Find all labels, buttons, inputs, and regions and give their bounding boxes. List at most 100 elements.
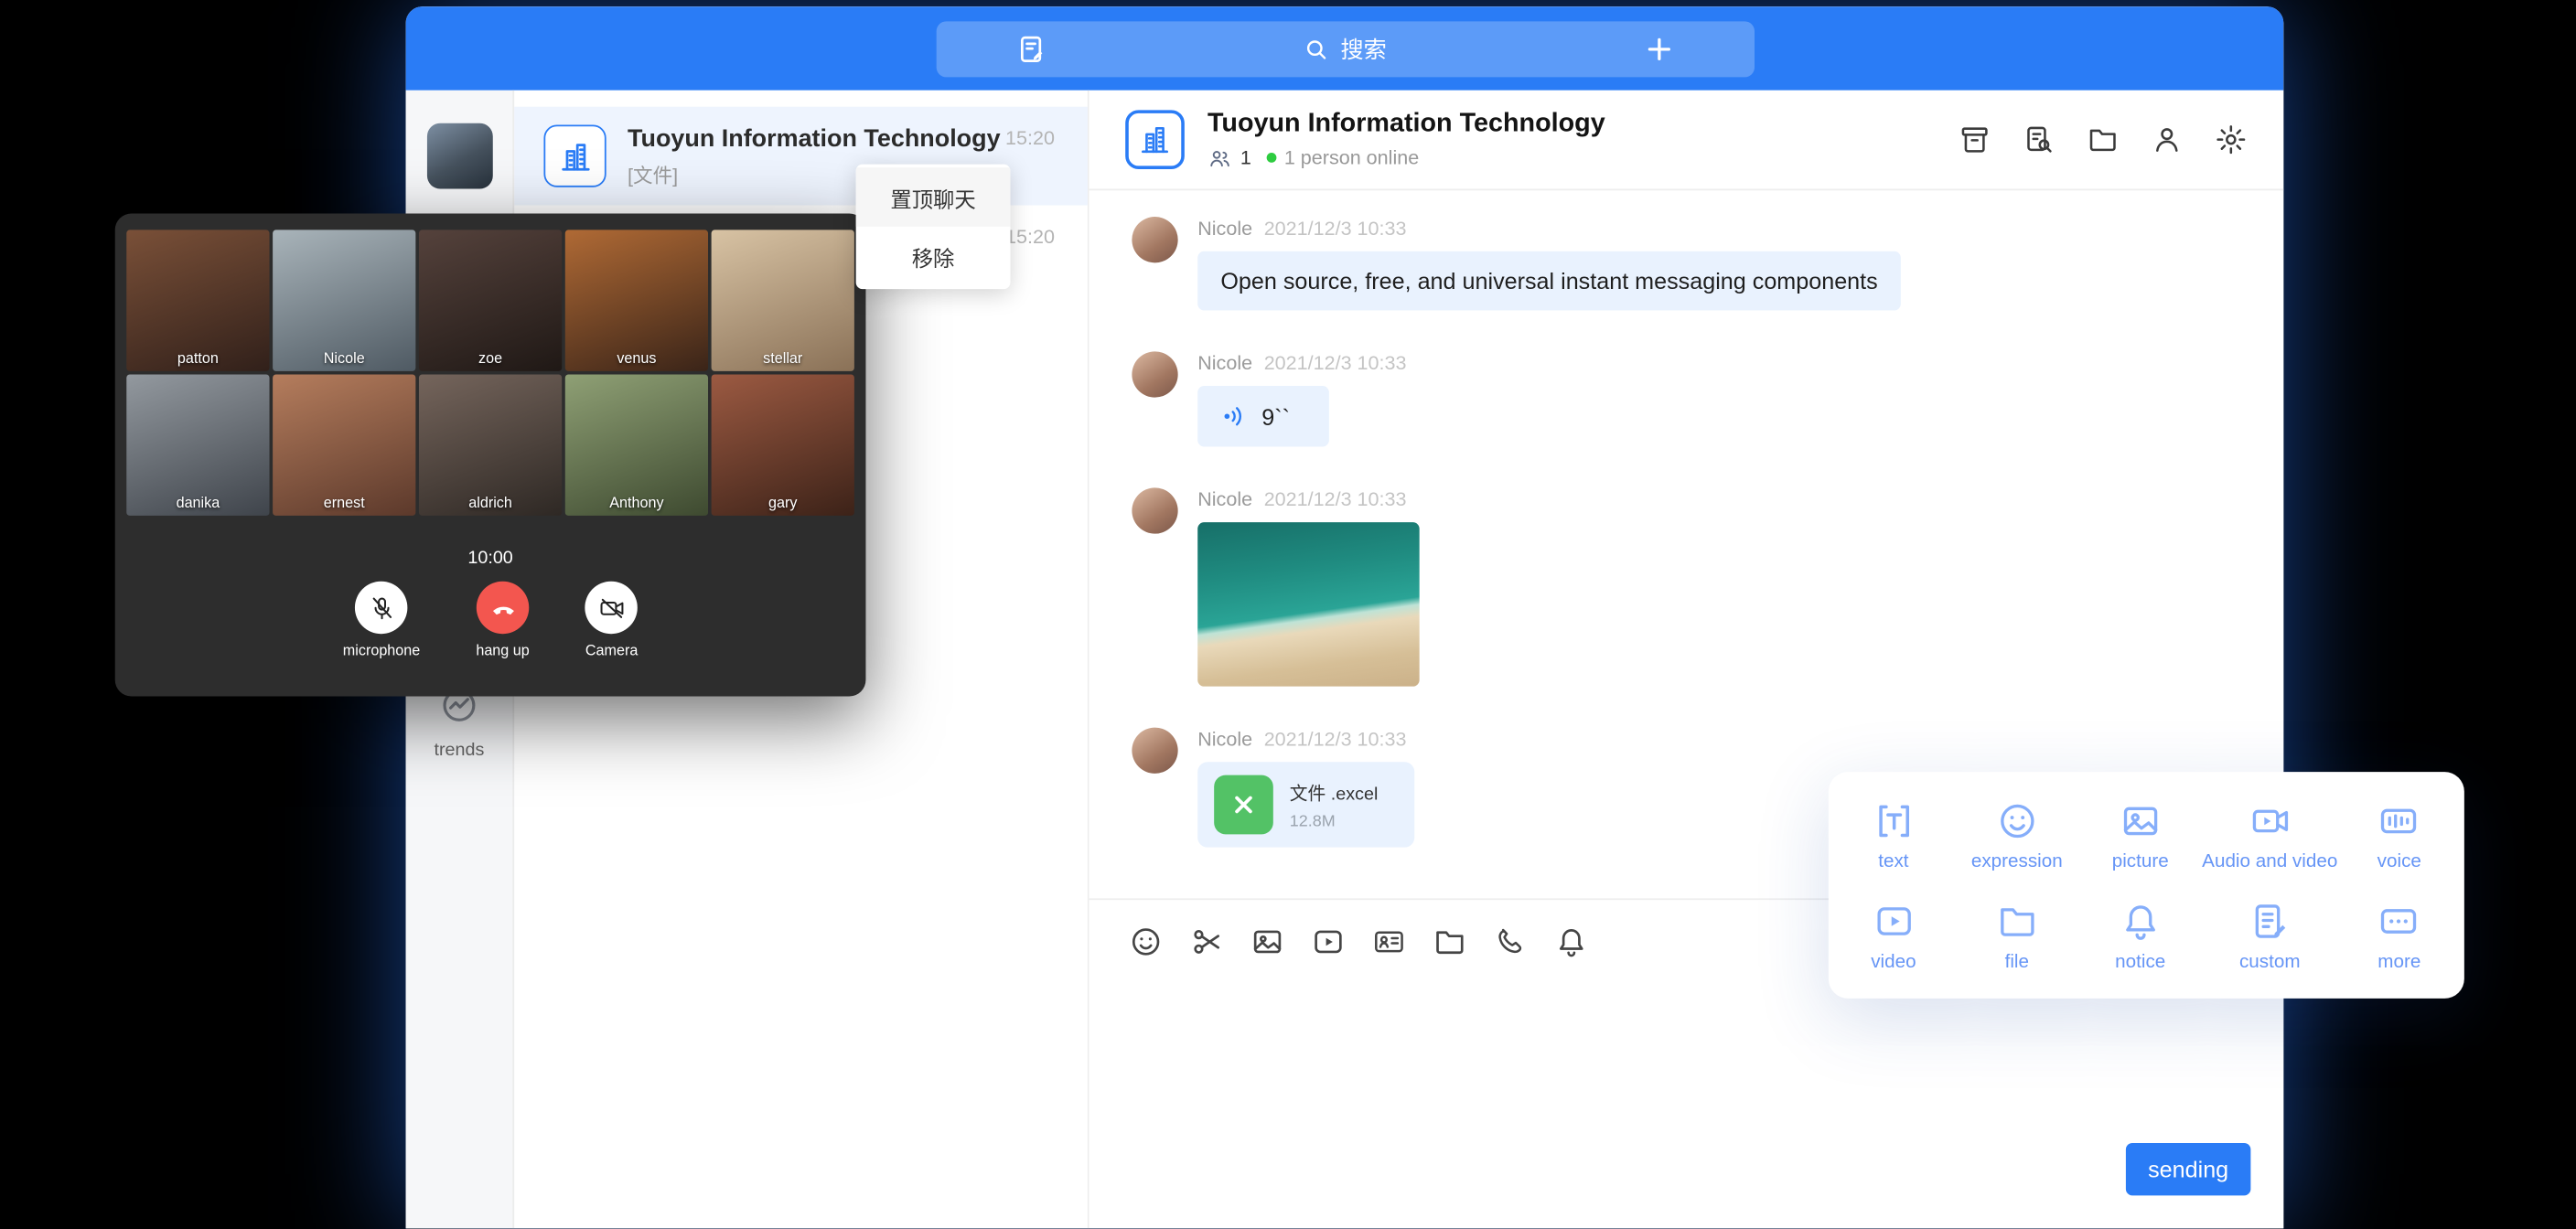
chat-header: Tuoyun Information Technology 1 1 person… bbox=[1089, 91, 2284, 191]
chat-panel: Tuoyun Information Technology 1 1 person… bbox=[1089, 91, 2284, 1229]
idcard-icon[interactable] bbox=[1372, 924, 1407, 958]
search-bar[interactable]: 搜索 bbox=[936, 20, 1754, 76]
member-icon[interactable] bbox=[2151, 123, 2184, 156]
folder-icon bbox=[1995, 899, 2038, 942]
image-message[interactable] bbox=[1197, 522, 1419, 687]
message-meta: Nicole2021/12/3 10:33 bbox=[1197, 487, 1419, 510]
message-content: 文件 .excel12.8M bbox=[1197, 762, 1414, 847]
message-content: 9`` bbox=[1197, 374, 1406, 446]
chat-title-block: Tuoyun Information Technology 1 1 person… bbox=[1208, 109, 1605, 169]
participant-name: gary bbox=[712, 495, 854, 511]
plugin-label: custom bbox=[2239, 952, 2301, 972]
image-icon[interactable] bbox=[1250, 924, 1285, 958]
search-input[interactable]: 搜索 bbox=[936, 20, 1754, 76]
microphone-button[interactable] bbox=[355, 582, 407, 634]
file-size: 12.8M bbox=[1290, 812, 1379, 830]
sender-avatar[interactable] bbox=[1132, 217, 1177, 262]
call-control: hang up bbox=[476, 582, 529, 658]
sender-avatar[interactable] bbox=[1132, 351, 1177, 397]
message-sender: Nicole bbox=[1197, 728, 1252, 751]
plugin-label: notice bbox=[2115, 952, 2165, 972]
message-content: Open source, free, and universal instant… bbox=[1197, 240, 1901, 310]
excel-x-icon bbox=[1229, 790, 1258, 819]
conversation-time: 15:20 bbox=[1005, 126, 1055, 149]
message-time: 2021/12/3 10:33 bbox=[1264, 217, 1407, 240]
emoji-icon[interactable] bbox=[1129, 924, 1164, 958]
building-icon bbox=[1137, 122, 1174, 158]
message-input-area[interactable]: sending bbox=[1089, 982, 2284, 1228]
plugin-label: picture bbox=[2112, 851, 2169, 871]
video-participant-tile: Anthony bbox=[565, 374, 708, 515]
plugin-item-text[interactable]: text bbox=[1831, 785, 1955, 885]
chat-subtitle: 1 1 person online bbox=[1208, 145, 1605, 170]
group-icon[interactable] bbox=[1959, 123, 1991, 156]
message-sender: Nicole bbox=[1197, 217, 1252, 240]
message-body: Nicole 2021/12/3 10:33 Open source, free,… bbox=[1197, 217, 1901, 310]
volume-icon bbox=[1220, 402, 1249, 431]
call-timer: 10:00 bbox=[126, 549, 854, 569]
plugin-label: more bbox=[2377, 952, 2420, 972]
audio-message-bubble[interactable]: 9`` bbox=[1197, 386, 1329, 446]
record-search-icon[interactable] bbox=[2023, 123, 2055, 156]
plugin-item-notice[interactable]: notice bbox=[2078, 885, 2202, 986]
context-menu-item[interactable]: 置顶聊天 bbox=[856, 167, 1011, 227]
folder-icon[interactable] bbox=[1433, 924, 1467, 958]
gear-icon[interactable] bbox=[2215, 123, 2248, 156]
plugin-label: file bbox=[2005, 952, 2029, 972]
conversation-time: 15:20 bbox=[1005, 225, 1055, 248]
call-control-label: Camera bbox=[585, 642, 638, 658]
message-time: 2021/12/3 10:33 bbox=[1264, 351, 1407, 374]
message-meta: Nicole 2021/12/3 10:33 bbox=[1197, 351, 1406, 374]
file-message-card[interactable]: 文件 .excel12.8M bbox=[1197, 762, 1414, 847]
message-sender: Nicole bbox=[1197, 351, 1252, 374]
plugin-label: text bbox=[1878, 851, 1908, 871]
user-avatar[interactable] bbox=[427, 123, 493, 189]
bell-icon bbox=[2119, 899, 2162, 942]
camera-button[interactable] bbox=[585, 582, 638, 634]
page: 搜索 trends Tu bbox=[0, 0, 2576, 1228]
message-body: Nicole2021/12/3 10:33 bbox=[1197, 487, 1419, 686]
hang-up-button[interactable] bbox=[477, 582, 529, 634]
participant-name: aldrich bbox=[419, 495, 562, 511]
plugin-label: Audio and video bbox=[2202, 851, 2337, 871]
expression-icon bbox=[1995, 799, 2038, 842]
context-menu-item[interactable]: 移除 bbox=[856, 227, 1011, 286]
video-participant-tile: aldrich bbox=[419, 374, 562, 515]
video-call-window[interactable]: patton Nicole zoe venus stellar danika e… bbox=[115, 213, 866, 696]
video-participant-tile: danika bbox=[126, 374, 269, 515]
message: Nicole 2021/12/3 10:33 Open source, free,… bbox=[1132, 217, 2283, 310]
chat-actions bbox=[1959, 123, 2248, 156]
plugin-item-custom[interactable]: custom bbox=[2202, 885, 2337, 986]
sender-avatar[interactable] bbox=[1132, 487, 1177, 533]
message-meta: Nicole 2021/12/3 10:33 bbox=[1197, 217, 1901, 240]
camera-off-icon bbox=[597, 593, 626, 622]
message-time: 2021/12/3 10:33 bbox=[1264, 728, 1407, 751]
text-message-bubble: Open source, free, and universal instant… bbox=[1197, 251, 1901, 311]
phone-icon[interactable] bbox=[1493, 924, 1528, 958]
plugin-item-more[interactable]: more bbox=[2337, 885, 2461, 986]
plugin-item-file[interactable]: file bbox=[1955, 885, 2078, 986]
more-icon bbox=[2377, 899, 2420, 942]
sender-avatar[interactable] bbox=[1132, 728, 1177, 774]
plugin-item-expression[interactable]: expression bbox=[1955, 785, 2078, 885]
online-dot bbox=[1266, 153, 1276, 163]
send-button[interactable]: sending bbox=[2126, 1143, 2250, 1195]
plugin-item-video[interactable]: video bbox=[1831, 885, 1955, 986]
participant-name: venus bbox=[565, 350, 708, 367]
message: Nicole 2021/12/3 10:33 9`` bbox=[1132, 351, 2283, 446]
bell-icon[interactable] bbox=[1554, 924, 1589, 958]
video-icon bbox=[1873, 899, 1916, 942]
context-menu-label: 置顶聊天 bbox=[890, 181, 975, 212]
context-menu-label: 移除 bbox=[912, 240, 955, 272]
voice-icon bbox=[2377, 799, 2420, 842]
plugin-item-audio-and-video[interactable]: Audio and video bbox=[2202, 785, 2337, 885]
folder-icon[interactable] bbox=[2087, 123, 2120, 156]
video-icon[interactable] bbox=[1311, 924, 1346, 958]
plugin-item-voice[interactable]: voice bbox=[2337, 785, 2461, 885]
excel-file-badge bbox=[1214, 775, 1273, 835]
plugin-item-picture[interactable]: picture bbox=[2078, 785, 2202, 885]
participant-name: ernest bbox=[273, 495, 415, 511]
scissors-icon[interactable] bbox=[1189, 924, 1224, 958]
file-info: 文件 .excel12.8M bbox=[1290, 779, 1379, 830]
mic-off-icon bbox=[368, 593, 396, 622]
